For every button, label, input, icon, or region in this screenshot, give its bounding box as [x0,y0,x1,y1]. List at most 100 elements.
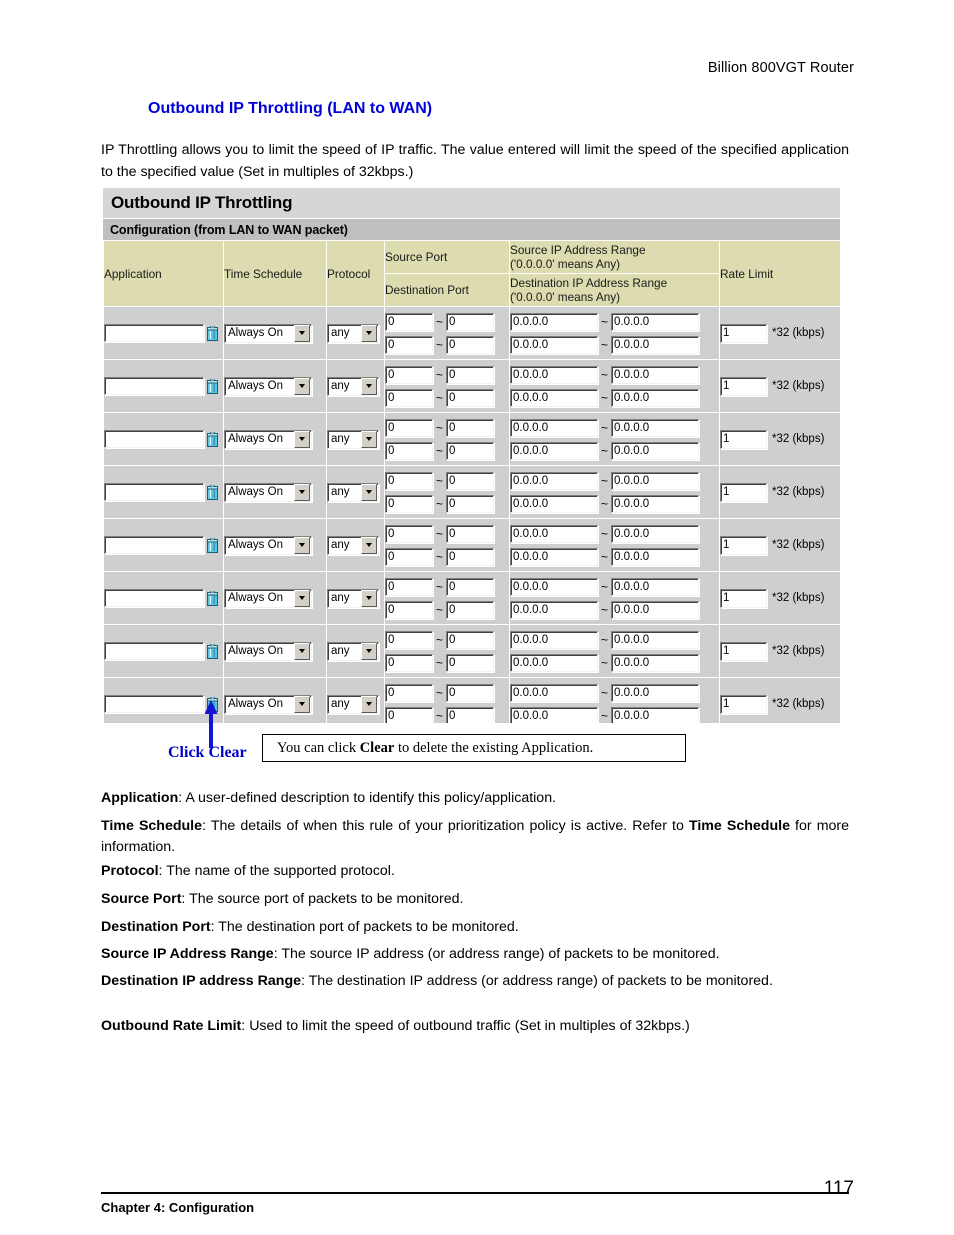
source-ip-to-input[interactable]: 0.0.0.0 [611,365,700,384]
destination-ip-to-input[interactable]: 0.0.0.0 [611,706,700,723]
trash-can-icon[interactable] [207,325,218,341]
source-ip-to-input[interactable]: 0.0.0.0 [611,312,700,331]
chevron-down-icon[interactable] [361,483,377,501]
chevron-down-icon[interactable] [361,642,377,660]
chevron-down-icon[interactable] [294,430,310,448]
source-port-to-input[interactable]: 0 [446,365,495,384]
destination-ip-to-input[interactable]: 0.0.0.0 [611,494,700,513]
source-ip-from-input[interactable]: 0.0.0.0 [510,471,598,490]
protocol-select[interactable]: any [327,323,379,343]
chevron-down-icon[interactable] [294,483,310,501]
chevron-down-icon[interactable] [361,430,377,448]
rate-limit-input[interactable]: 1 [720,323,767,343]
destination-port-from-input[interactable]: 0 [385,600,433,619]
source-port-from-input[interactable]: 0 [385,630,433,649]
destination-port-to-input[interactable]: 0 [446,335,495,354]
chevron-down-icon[interactable] [294,642,310,660]
destination-port-to-input[interactable]: 0 [446,441,495,460]
destination-port-to-input[interactable]: 0 [446,600,495,619]
destination-port-from-input[interactable]: 0 [385,335,433,354]
chevron-down-icon[interactable] [294,695,310,713]
source-ip-from-input[interactable]: 0.0.0.0 [510,630,598,649]
destination-ip-to-input[interactable]: 0.0.0.0 [611,441,700,460]
destination-port-to-input[interactable]: 0 [446,653,495,672]
protocol-select[interactable]: any [327,588,379,608]
time-schedule-select[interactable]: Always On [224,694,312,714]
chevron-down-icon[interactable] [361,324,377,342]
destination-ip-from-input[interactable]: 0.0.0.0 [510,494,598,513]
destination-port-to-input[interactable]: 0 [446,494,495,513]
destination-ip-from-input[interactable]: 0.0.0.0 [510,600,598,619]
chevron-down-icon[interactable] [361,536,377,554]
source-ip-from-input[interactable]: 0.0.0.0 [510,365,598,384]
source-port-to-input[interactable]: 0 [446,312,495,331]
rate-limit-input[interactable]: 1 [720,482,767,502]
source-ip-to-input[interactable]: 0.0.0.0 [611,524,700,543]
trash-can-icon[interactable] [207,484,218,500]
chevron-down-icon[interactable] [294,536,310,554]
source-port-to-input[interactable]: 0 [446,418,495,437]
rate-limit-input[interactable]: 1 [720,429,767,449]
trash-can-icon[interactable] [207,431,218,447]
protocol-select[interactable]: any [327,429,379,449]
destination-ip-to-input[interactable]: 0.0.0.0 [611,335,700,354]
destination-ip-to-input[interactable]: 0.0.0.0 [611,600,700,619]
chevron-down-icon[interactable] [294,324,310,342]
protocol-select[interactable]: any [327,694,379,714]
rate-limit-input[interactable]: 1 [720,535,767,555]
destination-ip-to-input[interactable]: 0.0.0.0 [611,653,700,672]
destination-ip-from-input[interactable]: 0.0.0.0 [510,335,598,354]
chevron-down-icon[interactable] [294,377,310,395]
application-input[interactable] [104,642,204,660]
time-schedule-select[interactable]: Always On [224,376,312,396]
chevron-down-icon[interactable] [294,589,310,607]
destination-ip-from-input[interactable]: 0.0.0.0 [510,547,598,566]
protocol-select[interactable]: any [327,482,379,502]
destination-port-from-input[interactable]: 0 [385,441,433,460]
rate-limit-input[interactable]: 1 [720,588,767,608]
application-input[interactable] [104,589,204,607]
destination-ip-from-input[interactable]: 0.0.0.0 [510,388,598,407]
destination-port-to-input[interactable]: 0 [446,706,495,723]
source-ip-to-input[interactable]: 0.0.0.0 [611,471,700,490]
time-schedule-select[interactable]: Always On [224,588,312,608]
source-ip-to-input[interactable]: 0.0.0.0 [611,577,700,596]
application-input[interactable] [104,536,204,554]
source-port-from-input[interactable]: 0 [385,418,433,437]
trash-can-icon[interactable] [207,378,218,394]
rate-limit-input[interactable]: 1 [720,376,767,396]
protocol-select[interactable]: any [327,641,379,661]
source-ip-from-input[interactable]: 0.0.0.0 [510,683,598,702]
source-ip-from-input[interactable]: 0.0.0.0 [510,524,598,543]
application-input[interactable] [104,324,204,342]
source-port-from-input[interactable]: 0 [385,683,433,702]
destination-port-from-input[interactable]: 0 [385,653,433,672]
source-ip-to-input[interactable]: 0.0.0.0 [611,418,700,437]
rate-limit-input[interactable]: 1 [720,641,767,661]
time-schedule-select[interactable]: Always On [224,323,312,343]
source-port-from-input[interactable]: 0 [385,577,433,596]
source-ip-from-input[interactable]: 0.0.0.0 [510,312,598,331]
source-ip-to-input[interactable]: 0.0.0.0 [611,683,700,702]
destination-port-from-input[interactable]: 0 [385,494,433,513]
application-input[interactable] [104,430,204,448]
trash-can-icon[interactable] [207,590,218,606]
destination-ip-from-input[interactable]: 0.0.0.0 [510,441,598,460]
source-port-to-input[interactable]: 0 [446,524,495,543]
source-port-to-input[interactable]: 0 [446,683,495,702]
trash-can-icon[interactable] [207,643,218,659]
chevron-down-icon[interactable] [361,589,377,607]
destination-port-from-input[interactable]: 0 [385,706,433,723]
destination-ip-to-input[interactable]: 0.0.0.0 [611,388,700,407]
chevron-down-icon[interactable] [361,377,377,395]
source-port-from-input[interactable]: 0 [385,312,433,331]
source-ip-from-input[interactable]: 0.0.0.0 [510,577,598,596]
source-ip-from-input[interactable]: 0.0.0.0 [510,418,598,437]
destination-ip-from-input[interactable]: 0.0.0.0 [510,653,598,672]
application-input[interactable] [104,377,204,395]
protocol-select[interactable]: any [327,535,379,555]
source-port-from-input[interactable]: 0 [385,471,433,490]
source-port-from-input[interactable]: 0 [385,524,433,543]
source-port-to-input[interactable]: 0 [446,577,495,596]
application-input[interactable] [104,695,204,713]
